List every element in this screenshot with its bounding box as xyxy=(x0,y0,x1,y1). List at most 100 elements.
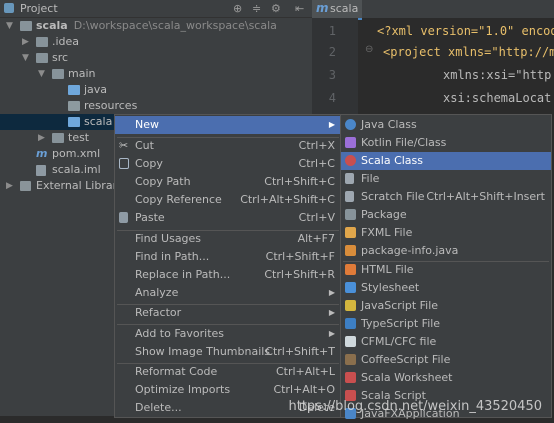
menu-item-label: HTML File xyxy=(361,263,414,276)
hide-panel-icon[interactable]: ⇤ xyxy=(295,2,304,15)
submenu-item-coffeescript-file[interactable]: CoffeeScript File xyxy=(341,351,551,369)
submenu-item-java-class[interactable]: Java Class xyxy=(341,116,551,134)
expand-arrow-icon[interactable]: ▼ xyxy=(6,18,13,34)
tree-item-main[interactable]: ▼ main xyxy=(0,66,312,82)
menu-item-label: Copy Reference xyxy=(135,193,222,206)
tree-item-label: scala xyxy=(84,115,113,128)
submenu-item-scala-worksheet[interactable]: Scala Worksheet xyxy=(341,369,551,387)
menu-item-label: Show Image Thumbnails xyxy=(135,345,271,358)
paste-icon xyxy=(119,212,128,223)
file-icon xyxy=(345,173,354,184)
code-line: xsi:schemaLocat xyxy=(443,91,552,105)
menu-item-label: Reformat Code xyxy=(135,365,218,378)
menu-item-shortcut: Ctrl+C xyxy=(298,157,335,170)
menu-item-label: Refactor xyxy=(135,306,182,319)
menu-item-label: Package xyxy=(361,208,407,221)
editor-tab[interactable]: m scala xyxy=(312,0,362,20)
menu-item-label: Find Usages xyxy=(135,232,202,245)
submenu-item-typescript-file[interactable]: TypeScript File xyxy=(341,315,551,333)
tree-item-label: .idea xyxy=(52,35,80,48)
collapse-all-icon[interactable]: ≑ xyxy=(252,2,261,15)
collapsed-arrow-icon[interactable]: ▶ xyxy=(38,130,45,146)
copy-icon xyxy=(119,158,129,169)
project-panel-title[interactable]: Project xyxy=(20,2,58,15)
menu-item-label: Java Class xyxy=(361,118,417,131)
line-number: 2 xyxy=(328,45,336,59)
tree-item-scala-root[interactable]: ▼ scala D:\workspace\scala_workspace\scal… xyxy=(0,18,312,34)
expand-arrow-icon[interactable]: ▼ xyxy=(38,66,45,82)
source-folder-icon xyxy=(68,85,80,95)
menu-item-show-image-thumbnails[interactable]: Show Image Thumbnails Ctrl+Shift+T xyxy=(115,343,341,361)
submenu-item-fxml-file[interactable]: FXML File xyxy=(341,224,551,242)
collapsed-arrow-icon[interactable]: ▶ xyxy=(6,178,13,194)
code-line: <?xml version="1.0" encod xyxy=(377,24,554,38)
submenu-item-package-info[interactable]: package-info.java xyxy=(341,242,551,260)
submenu-item-stylesheet[interactable]: Stylesheet xyxy=(341,279,551,297)
tree-item-label: scala.iml xyxy=(52,163,101,176)
menu-item-copy[interactable]: Copy Ctrl+C xyxy=(115,155,341,173)
typescript-file-icon xyxy=(345,318,356,329)
menu-item-label: JavaScript File xyxy=(361,299,439,312)
menu-item-label: Cut xyxy=(135,139,154,152)
menu-item-cut[interactable]: ✂ Cut Ctrl+X xyxy=(115,137,341,155)
tree-item-label: test xyxy=(68,131,90,144)
menu-item-copy-path[interactable]: Copy Path Ctrl+Shift+C xyxy=(115,173,341,191)
collapsed-arrow-icon[interactable]: ▶ xyxy=(22,34,29,50)
folder-icon xyxy=(52,69,64,79)
submenu-item-scala-class[interactable]: Scala Class xyxy=(341,152,551,170)
tree-item-label: main xyxy=(68,67,96,80)
submenu-item-scratch-file[interactable]: Scratch File Ctrl+Alt+Shift+Insert xyxy=(341,188,551,206)
coffeescript-file-icon xyxy=(345,354,356,365)
menu-item-reformat-code[interactable]: Reformat Code Ctrl+Alt+L xyxy=(115,363,341,381)
scala-class-icon xyxy=(345,155,356,166)
menu-item-shortcut: Ctrl+Alt+Shift+Insert xyxy=(426,190,545,203)
menu-item-label: FXML File xyxy=(361,226,413,239)
menu-item-label: Delete... xyxy=(135,401,182,414)
tree-item-java[interactable]: java xyxy=(0,82,312,98)
new-submenu: Java Class Kotlin File/Class Scala Class… xyxy=(340,114,552,420)
css-file-icon xyxy=(345,282,356,293)
tree-item-idea[interactable]: ▶ .idea xyxy=(0,34,312,50)
menu-item-label: Copy Path xyxy=(135,175,191,188)
menu-item-analyze[interactable]: Analyze ▶ xyxy=(115,284,341,302)
menu-item-add-to-favorites[interactable]: Add to Favorites ▶ xyxy=(115,325,341,343)
menu-item-label: package-info.java xyxy=(361,244,459,257)
menu-item-copy-reference[interactable]: Copy Reference Ctrl+Alt+Shift+C xyxy=(115,191,341,209)
folder-icon xyxy=(52,133,64,143)
tree-item-label: scala xyxy=(36,19,68,32)
menu-item-shortcut: Ctrl+Shift+R xyxy=(264,268,335,281)
menu-item-find-usages[interactable]: Find Usages Alt+F7 xyxy=(115,230,341,248)
menu-item-paste[interactable]: Paste Ctrl+V xyxy=(115,209,341,227)
tree-item-src[interactable]: ▼ src xyxy=(0,50,312,66)
menu-item-label: Find in Path... xyxy=(135,250,210,263)
iml-file-icon xyxy=(36,165,46,176)
tree-item-resources[interactable]: resources xyxy=(0,98,312,114)
submenu-item-javascript-file[interactable]: JavaScript File xyxy=(341,297,551,315)
libraries-icon xyxy=(20,181,31,191)
javascript-file-icon xyxy=(345,300,356,311)
menu-item-new[interactable]: New ▶ xyxy=(115,116,341,134)
menu-item-replace-in-path[interactable]: Replace in Path... Ctrl+Shift+R xyxy=(115,266,341,284)
menu-item-shortcut: Ctrl+Alt+L xyxy=(275,365,335,378)
tab-label: scala xyxy=(330,2,359,15)
menu-item-label: File xyxy=(361,172,380,185)
submenu-item-package[interactable]: Package xyxy=(341,206,551,224)
submenu-item-cfml-file[interactable]: CFML/CFC file xyxy=(341,333,551,351)
submenu-arrow-icon: ▶ xyxy=(328,329,335,338)
menu-item-find-in-path[interactable]: Find in Path... Ctrl+Shift+F xyxy=(115,248,341,266)
fold-marker-icon[interactable]: ⊖ xyxy=(365,44,373,55)
menu-item-optimize-imports[interactable]: Optimize Imports Ctrl+Alt+O xyxy=(115,381,341,399)
gear-icon[interactable]: ⚙ xyxy=(271,2,281,15)
menu-item-label: Stylesheet xyxy=(361,281,420,294)
submenu-item-html-file[interactable]: HTML File xyxy=(341,261,551,279)
menu-item-refactor[interactable]: Refactor ▶ xyxy=(115,304,341,322)
menu-item-label: Replace in Path... xyxy=(135,268,231,281)
settings-target-icon[interactable]: ⊕ xyxy=(233,2,242,15)
cfml-file-icon xyxy=(345,336,356,347)
expand-arrow-icon[interactable]: ▼ xyxy=(22,50,29,66)
submenu-item-kotlin-file[interactable]: Kotlin File/Class xyxy=(341,134,551,152)
submenu-item-file[interactable]: File xyxy=(341,170,551,188)
maven-icon: m xyxy=(316,1,329,15)
menu-item-label: TypeScript File xyxy=(361,317,441,330)
scala-worksheet-icon xyxy=(345,372,356,383)
